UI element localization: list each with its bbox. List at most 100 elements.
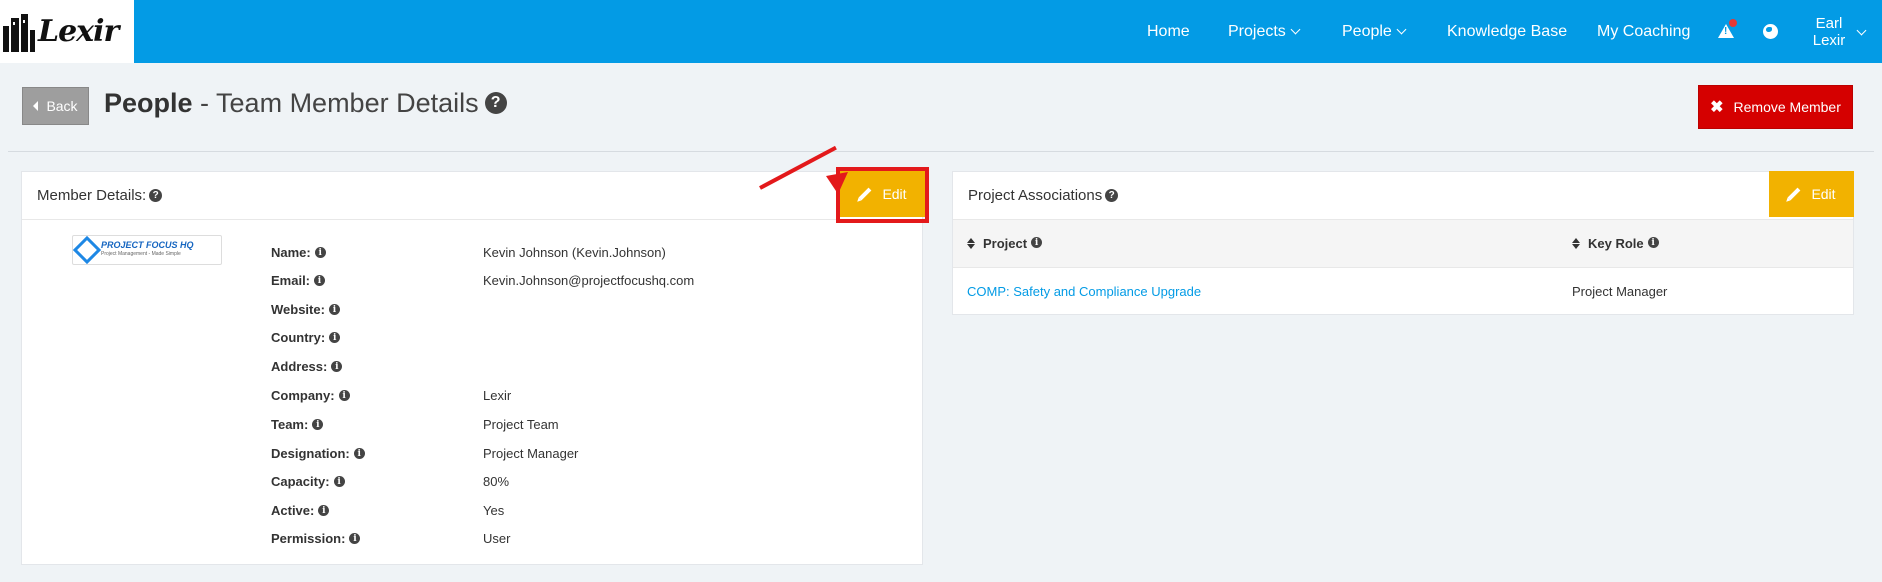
field-label: Address: i xyxy=(271,359,343,374)
company-logo-name: PROJECT FOCUS HQ xyxy=(101,240,194,250)
field-label-text: Country: xyxy=(271,330,326,345)
info-icon[interactable]: i xyxy=(314,247,326,259)
info-icon[interactable]: i xyxy=(312,419,324,431)
member-details-header: Member Details:? xyxy=(22,172,922,220)
user-first-name: Earl xyxy=(1815,15,1843,32)
edit-associations-label: Edit xyxy=(1811,186,1836,202)
field-value: Project Team xyxy=(483,417,559,432)
field-value: Yes xyxy=(483,503,505,518)
app-logo[interactable]: Lexir xyxy=(0,0,134,63)
nav-knowledge-base[interactable]: Knowledge Base xyxy=(1447,0,1567,63)
project-link[interactable]: COMP: Safety and Compliance Upgrade xyxy=(967,284,1201,299)
field-label-text: Company: xyxy=(271,388,335,403)
company-logo-icon xyxy=(72,235,102,265)
field-label: Designation: i xyxy=(271,446,365,461)
company-logo-wordmark: PROJECT FOCUS HQ Project Management - Ma… xyxy=(101,241,194,259)
column-key-role-label: Key Role xyxy=(1588,236,1644,251)
annotation-arrowhead xyxy=(826,172,848,194)
page-title-section: People xyxy=(104,88,193,118)
field-label: Country: i xyxy=(271,330,341,345)
field-label-text: Name: xyxy=(271,245,311,260)
help-icon[interactable]: ? xyxy=(484,91,507,114)
info-icon[interactable]: i xyxy=(328,304,340,316)
globe-icon[interactable] xyxy=(1763,24,1778,39)
sort-icon xyxy=(1572,238,1580,249)
field-label-text: Email: xyxy=(271,273,311,288)
key-role-cell: Project Manager xyxy=(1572,284,1668,299)
help-icon[interactable]: ? xyxy=(149,188,163,202)
user-menu[interactable]: Earl Lexir xyxy=(1807,15,1851,49)
field-label: Name: i xyxy=(271,245,326,260)
page-title-subtitle: - Team Member Details xyxy=(192,88,479,118)
info-icon[interactable]: i xyxy=(353,448,365,460)
info-icon[interactable]: i xyxy=(338,390,350,402)
nav-home-label: Home xyxy=(1147,22,1190,40)
info-icon[interactable]: i xyxy=(1031,237,1043,248)
nav-people[interactable]: People xyxy=(1342,0,1407,63)
nav-people-label: People xyxy=(1342,22,1392,40)
column-header-key-role[interactable]: Key Role i xyxy=(1572,236,1659,251)
back-button[interactable]: Back xyxy=(22,87,89,125)
sort-icon xyxy=(967,238,975,249)
building-logo-icon xyxy=(3,13,35,52)
nav-knowledge-base-label: Knowledge Base xyxy=(1447,22,1568,40)
project-associations-title: Project Associations? xyxy=(968,187,1119,204)
top-navbar: Lexir Home Projects People Knowledge Bas… xyxy=(0,0,1882,63)
field-label-text: Website: xyxy=(271,302,325,317)
nav-my-coaching-label: My Coaching xyxy=(1597,22,1691,40)
info-icon[interactable]: i xyxy=(331,361,343,373)
info-icon[interactable]: i xyxy=(314,275,326,287)
logo-text: Lexir xyxy=(38,14,119,49)
field-value: Kevin Johnson (Kevin.Johnson) xyxy=(483,245,666,260)
page-title: People - Team Member Details? xyxy=(104,88,507,119)
help-icon[interactable]: ? xyxy=(1105,188,1119,202)
nav-my-coaching[interactable]: My Coaching xyxy=(1597,0,1690,63)
field-value: Project Manager xyxy=(483,446,579,461)
column-project-label: Project xyxy=(983,236,1028,251)
field-value: Lexir xyxy=(483,388,512,403)
field-label-text: Team: xyxy=(271,417,309,432)
field-label: Active: i xyxy=(271,503,330,518)
field-label-text: Designation: xyxy=(271,446,350,461)
field-label: Website: i xyxy=(271,302,340,317)
field-label-text: Permission: xyxy=(271,531,346,546)
chevron-down-icon xyxy=(1396,24,1407,35)
info-icon[interactable]: i xyxy=(329,332,341,344)
edit-associations-button[interactable]: Edit xyxy=(1769,171,1854,217)
project-associations-panel: Project Associations? Project i Key Role i… xyxy=(952,171,1854,315)
member-details-title-text: Member Details: xyxy=(37,187,147,204)
table-header: Project i Key Role i xyxy=(953,220,1853,268)
field-label: Permission: i xyxy=(271,531,361,546)
nav-home[interactable]: Home xyxy=(1147,0,1190,63)
project-associations-title-text: Project Associations xyxy=(968,187,1103,204)
info-icon[interactable]: i xyxy=(318,505,330,517)
header-divider xyxy=(8,151,1874,152)
close-icon: ✖ xyxy=(1710,99,1724,116)
chevron-down-icon[interactable] xyxy=(1856,25,1867,36)
field-label: Team: i xyxy=(271,417,324,432)
chevron-down-icon xyxy=(1290,24,1301,35)
caret-left-icon xyxy=(33,101,39,111)
company-logo-tagline: Project Management - Made Simple xyxy=(101,251,181,257)
field-label: Capacity: i xyxy=(271,474,345,489)
field-label: Company: i xyxy=(271,388,350,403)
nav-projects[interactable]: Projects xyxy=(1228,0,1301,63)
company-logo: PROJECT FOCUS HQ Project Management - Ma… xyxy=(72,235,222,265)
back-button-label: Back xyxy=(46,98,78,114)
field-value: 80% xyxy=(483,474,510,489)
notification-badge xyxy=(1729,19,1737,27)
field-label: Email: i xyxy=(271,273,326,288)
field-label-text: Address: xyxy=(271,359,328,374)
info-icon[interactable]: i xyxy=(1647,237,1659,248)
info-icon[interactable]: i xyxy=(333,476,345,488)
remove-member-button[interactable]: ✖ Remove Member xyxy=(1698,85,1853,129)
member-details-panel: Member Details:? PROJECT FOCUS HQ Projec… xyxy=(21,171,923,565)
remove-member-label: Remove Member xyxy=(1733,99,1841,115)
user-last-name: Lexir xyxy=(1812,32,1846,49)
project-associations-header: Project Associations? xyxy=(953,172,1853,220)
info-icon[interactable]: i xyxy=(349,533,361,545)
column-header-project[interactable]: Project i xyxy=(967,236,1043,251)
field-value: User xyxy=(483,531,511,546)
field-label-text: Active: xyxy=(271,503,315,518)
member-details-title: Member Details:? xyxy=(37,187,163,204)
